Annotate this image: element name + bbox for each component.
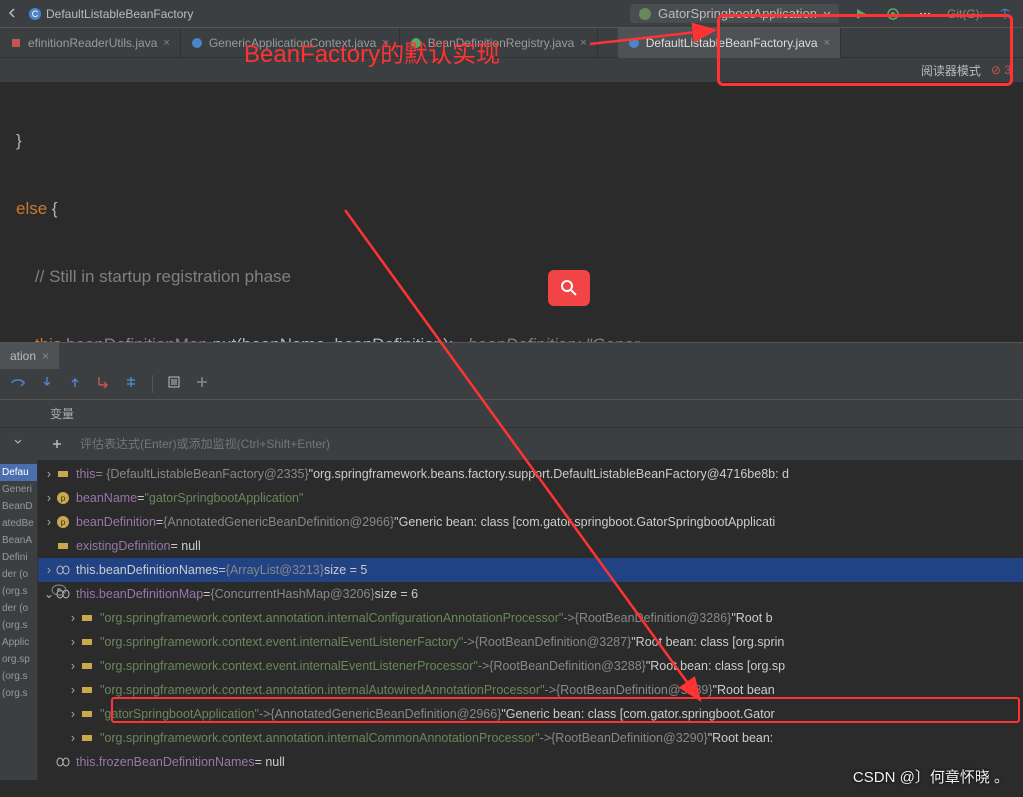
close-icon[interactable]: × xyxy=(42,349,49,363)
watch-icon[interactable] xyxy=(40,584,78,596)
breadcrumb[interactable]: C DefaultListableBeanFactory xyxy=(28,7,193,21)
var-row-selected[interactable]: ›this.beanDefinitionNames = {ArrayList@3… xyxy=(38,558,1023,582)
chevron-left-icon[interactable] xyxy=(8,6,16,21)
tab-file-0[interactable]: efinitionReaderUtils.java× xyxy=(0,28,181,58)
var-row[interactable]: ⌄this.beanDefinitionMap = {ConcurrentHas… xyxy=(38,582,1023,606)
variables-tree[interactable]: ›this = {DefaultListableBeanFactory@2335… xyxy=(38,460,1023,780)
search-overlay-icon xyxy=(548,270,590,306)
frame-item[interactable]: Defau xyxy=(0,464,37,481)
frame-item[interactable]: Defini xyxy=(0,549,37,566)
reader-mode-label[interactable]: 阅读器模式 xyxy=(921,62,981,79)
close-icon[interactable]: × xyxy=(580,37,586,49)
frame-item[interactable]: org.sp xyxy=(0,651,37,668)
svg-text:C: C xyxy=(32,9,39,19)
svg-text:p: p xyxy=(61,518,66,527)
debug-panel-tabs: ation× xyxy=(0,342,1023,368)
svg-text:p: p xyxy=(61,494,66,503)
frame-item[interactable]: der (o xyxy=(0,566,37,583)
close-icon[interactable]: × xyxy=(382,37,388,49)
frame-item[interactable]: (org.s xyxy=(0,583,37,600)
filter-icon[interactable] xyxy=(0,439,38,449)
run-icon[interactable] xyxy=(851,4,871,24)
frame-item[interactable]: der (o xyxy=(0,600,37,617)
step-into-icon[interactable] xyxy=(40,375,54,392)
more-icon[interactable] xyxy=(915,4,935,24)
git-menu[interactable]: Git(G): xyxy=(947,7,983,21)
evaluate-icon[interactable] xyxy=(167,375,181,392)
frame-item[interactable]: (org.s xyxy=(0,668,37,685)
step-out-icon[interactable] xyxy=(68,375,82,392)
var-row[interactable]: ›"org.springframework.context.event.inte… xyxy=(38,630,1023,654)
var-row[interactable]: ›pbeanDefinition = {AnnotatedGenericBean… xyxy=(38,510,1023,534)
var-row[interactable]: ›"org.springframework.context.event.inte… xyxy=(38,654,1023,678)
tab-file-2[interactable]: BeanDefinitionRegistry.java× xyxy=(400,28,598,58)
debug-toolbar xyxy=(0,368,1023,400)
code-editor[interactable]: } else { // Still in startup registratio… xyxy=(0,82,1023,342)
frame-item[interactable]: BeanA xyxy=(0,532,37,549)
run-to-cursor-icon[interactable] xyxy=(124,375,138,392)
run-configuration-selector[interactable]: GatorSpringbootApplication xyxy=(630,4,839,23)
watermark: CSDN @〕何章怀晓 。 xyxy=(853,766,1009,787)
frame-item[interactable]: atedBe xyxy=(0,515,37,532)
var-row[interactable]: existingDefinition = null xyxy=(38,534,1023,558)
var-row[interactable]: ›"org.springframework.context.annotation… xyxy=(38,726,1023,750)
vcs-icon[interactable] xyxy=(995,4,1015,24)
step-over-icon[interactable] xyxy=(10,375,26,392)
close-icon[interactable]: × xyxy=(824,37,830,49)
frame-item[interactable]: (org.s xyxy=(0,685,37,702)
var-row[interactable]: ›"gatorSpringbootApplication" -> {Annota… xyxy=(38,702,1023,726)
var-row[interactable]: ›this = {DefaultListableBeanFactory@2335… xyxy=(38,462,1023,486)
var-row[interactable]: ›"org.springframework.context.annotation… xyxy=(38,678,1023,702)
reader-mode-bar: 阅读器模式 ⊘ 3 xyxy=(0,58,1023,82)
frames-list[interactable]: Defau Generi BeanD atedBe BeanA Defini d… xyxy=(0,460,38,780)
frame-item[interactable]: Generi xyxy=(0,481,37,498)
close-icon[interactable]: × xyxy=(163,37,169,49)
var-row[interactable]: ›"org.springframework.context.annotation… xyxy=(38,606,1023,630)
error-count[interactable]: ⊘ 3 xyxy=(991,63,1011,77)
frame-item[interactable]: (org.s xyxy=(0,617,37,634)
editor-tabs: efinitionReaderUtils.java× GenericApplic… xyxy=(0,28,1023,58)
frame-item[interactable]: BeanD xyxy=(0,498,37,515)
variables-header: 变量 xyxy=(0,400,1023,428)
evaluate-input[interactable] xyxy=(76,433,1023,455)
var-row[interactable]: ›pbeanName = "gatorSpringbootApplication… xyxy=(38,486,1023,510)
force-step-icon[interactable] xyxy=(96,375,110,392)
debug-tab[interactable]: ation× xyxy=(0,343,59,369)
tab-file-1[interactable]: GenericApplicationContext.java× xyxy=(181,28,400,58)
tab-file-3[interactable]: DefaultListableBeanFactory.java× xyxy=(618,28,841,58)
debug-icon[interactable] xyxy=(883,4,903,24)
evaluate-row xyxy=(0,428,1023,460)
frame-item[interactable]: Applic xyxy=(0,634,37,651)
add-watch-icon[interactable] xyxy=(38,438,76,450)
trace-icon[interactable] xyxy=(195,375,209,392)
main-toolbar: C DefaultListableBeanFactory GatorSpring… xyxy=(0,0,1023,28)
